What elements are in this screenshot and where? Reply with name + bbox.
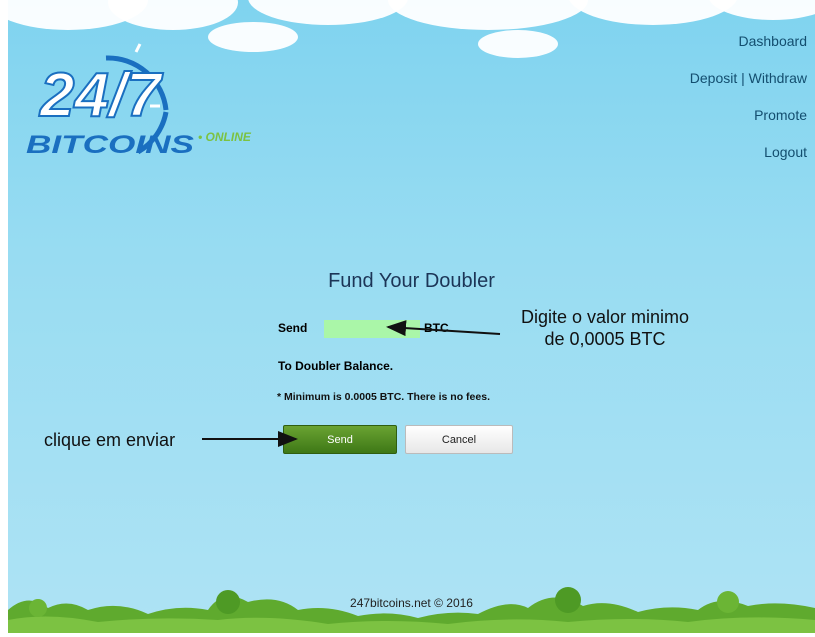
page-background: 24/7 BITCOINS • ONLINE Dashboard Deposit…	[8, 0, 815, 633]
annotation-arrows	[202, 320, 501, 447]
footer-text: 247bitcoins.net © 2016	[350, 596, 473, 610]
amount-hint-arrow	[386, 320, 501, 337]
